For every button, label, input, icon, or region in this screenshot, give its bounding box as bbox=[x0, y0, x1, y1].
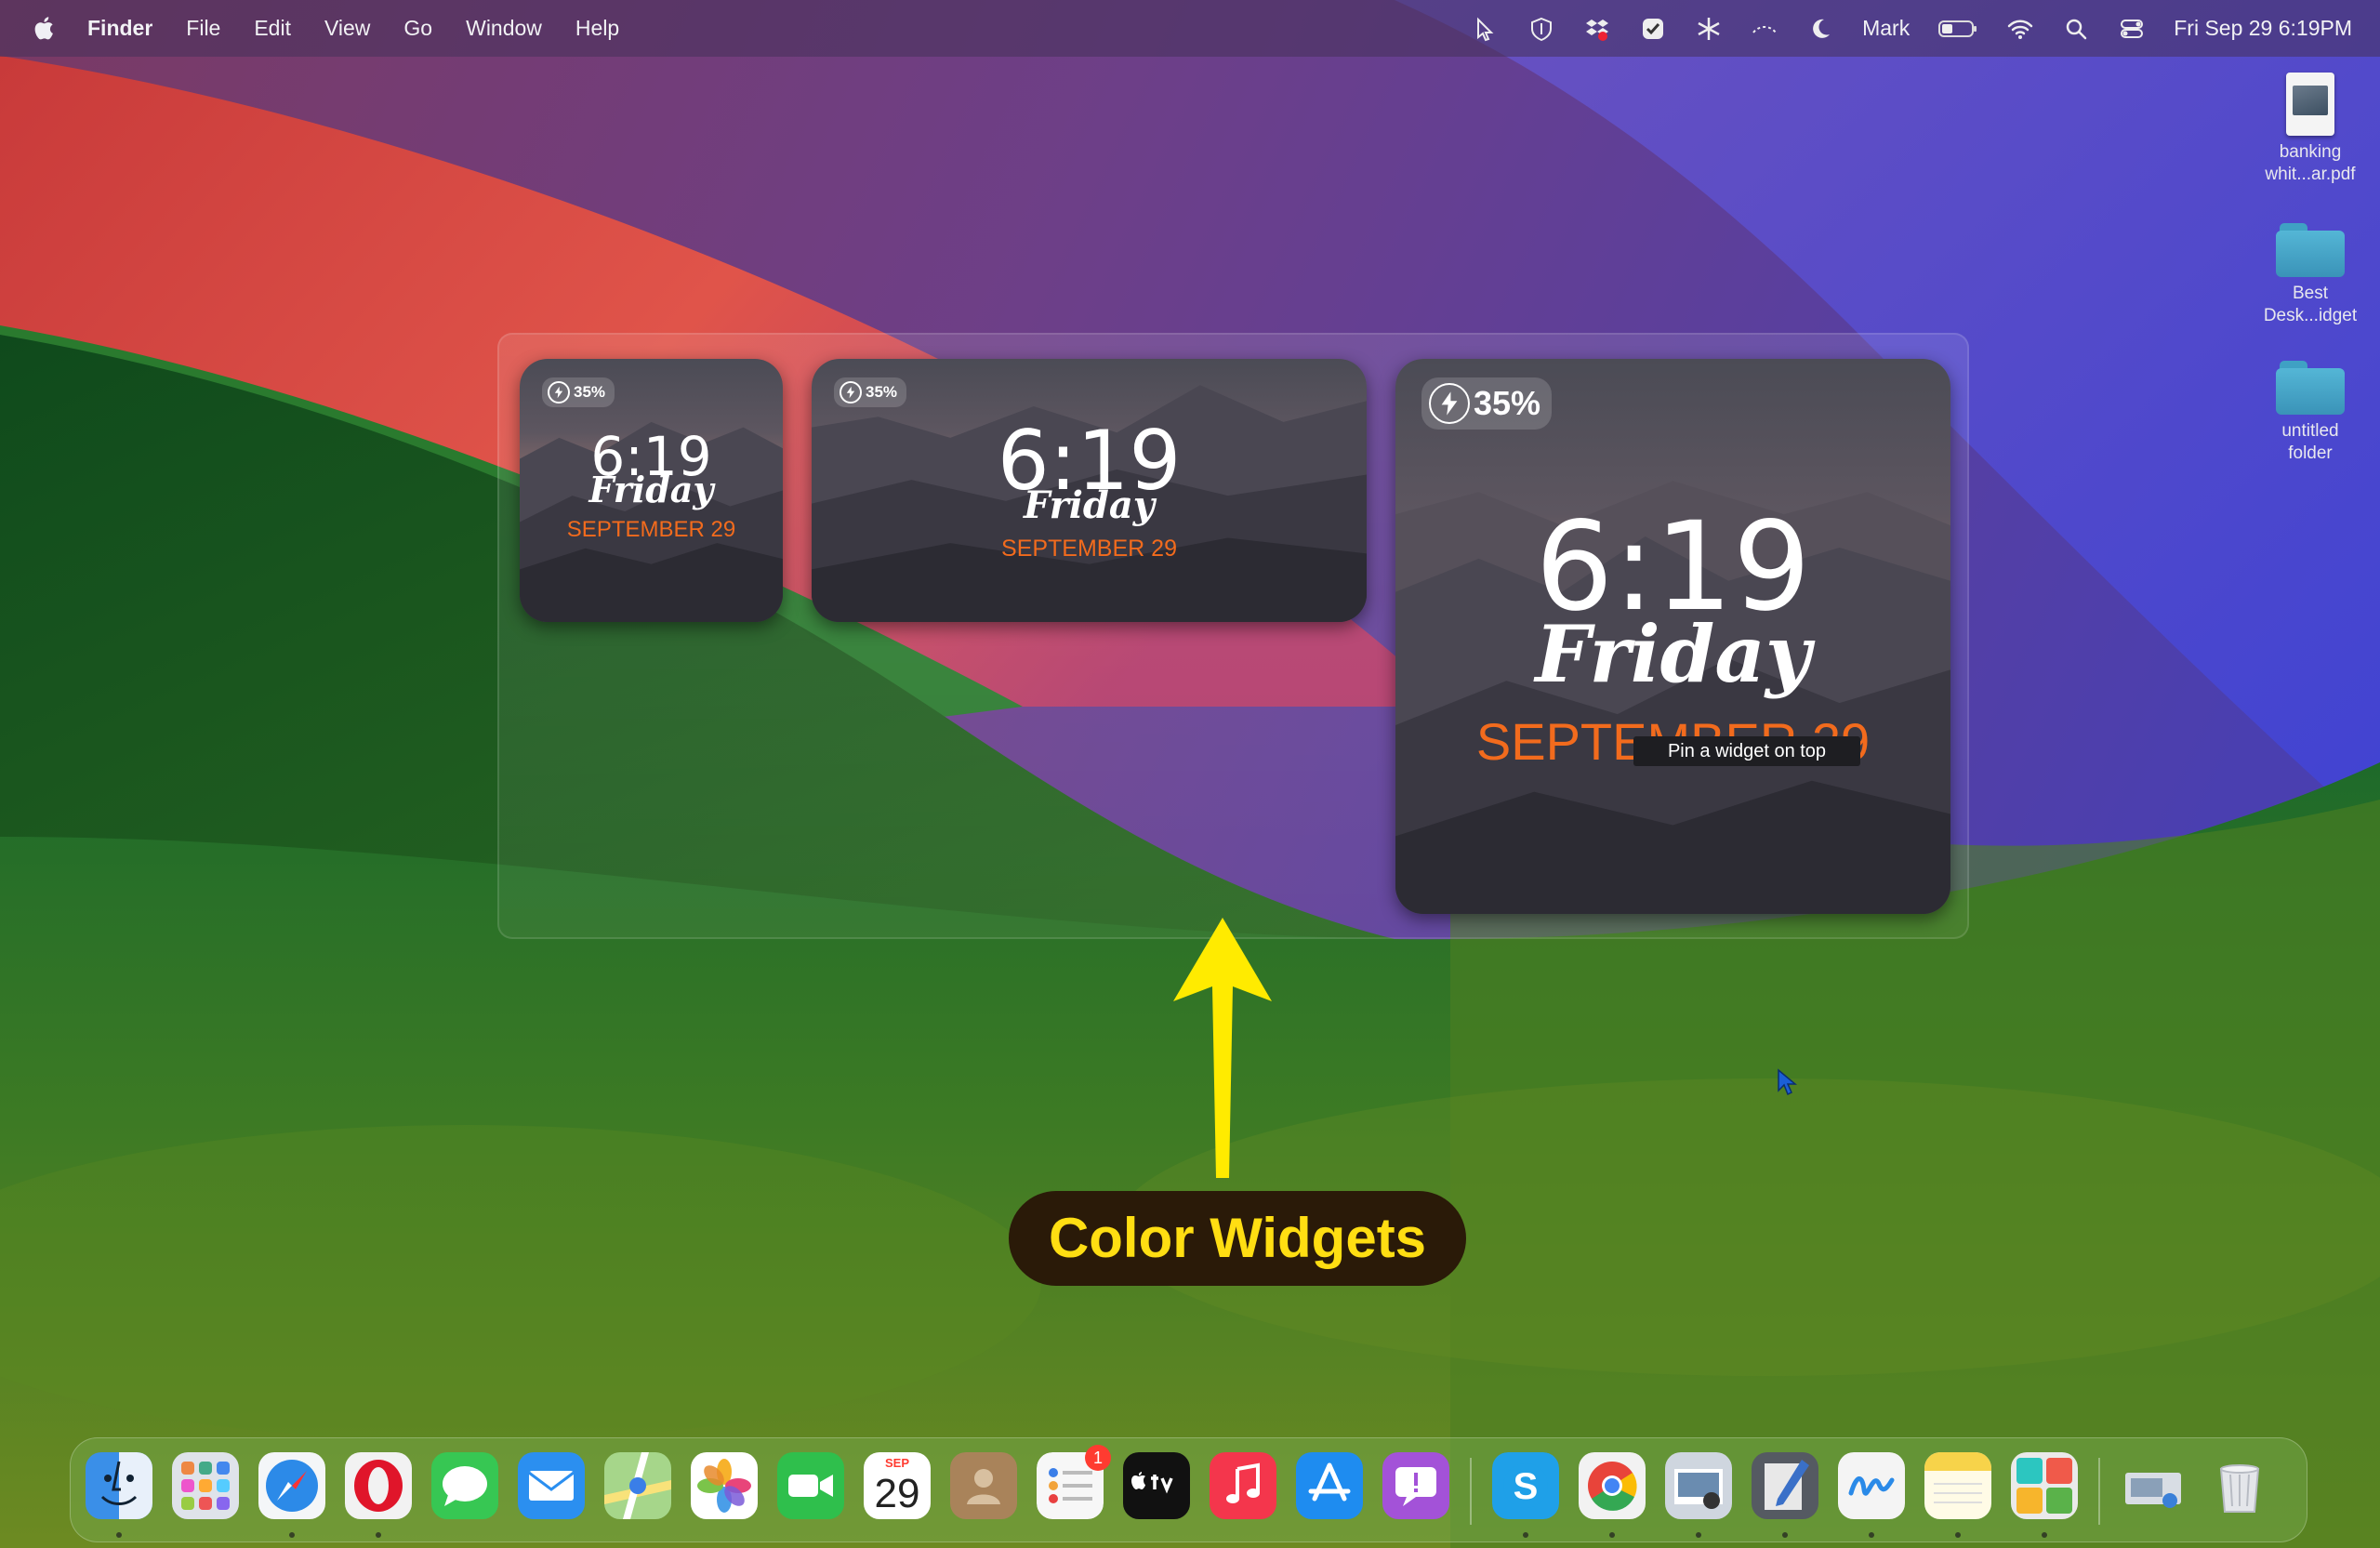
reminders-icon[interactable]: 1 bbox=[1037, 1445, 1111, 1519]
bolt-icon bbox=[548, 381, 570, 404]
safari-icon[interactable] bbox=[258, 1452, 325, 1519]
bolt-icon bbox=[1429, 383, 1470, 424]
calendar-day: 29 bbox=[874, 1471, 920, 1516]
large-clock-widget[interactable]: 35% 6:19 Friday SEPTEMBER 29 bbox=[1395, 359, 1950, 914]
running-indicator bbox=[1696, 1532, 1701, 1538]
small-clock-widget[interactable]: 35% 6:19 Friday SEPTEMBER 29 bbox=[520, 359, 783, 622]
focus-moon-icon[interactable] bbox=[1806, 15, 1834, 43]
running-indicator bbox=[2042, 1532, 2047, 1538]
widget-gallery-panel: 35% 6:19 Friday SEPTEMBER 29 35% 6:19 Fr… bbox=[497, 333, 1969, 939]
skype-icon[interactable]: S bbox=[1492, 1452, 1559, 1519]
control-center-icon[interactable] bbox=[2118, 15, 2146, 43]
desktop-item-label: banking bbox=[2279, 142, 2342, 162]
dropbox-icon[interactable] bbox=[1583, 15, 1611, 43]
desktop-item-label: Desk...idget bbox=[2263, 306, 2358, 325]
launchpad-icon[interactable] bbox=[172, 1452, 239, 1519]
feedback-icon[interactable] bbox=[1382, 1452, 1449, 1519]
battery-status: 35% bbox=[1421, 377, 1553, 430]
mouse-cursor-icon bbox=[1778, 1068, 1797, 1096]
desktop-file-banking-pdf[interactable]: banking whit...ar.pdf bbox=[2250, 73, 2371, 186]
battery-percent: 35% bbox=[866, 383, 898, 401]
annotation-arrow-icon bbox=[1173, 918, 1272, 1178]
color-widgets-icon[interactable] bbox=[2011, 1452, 2078, 1519]
menu-view[interactable]: View bbox=[324, 16, 370, 41]
annotation-label: Color Widgets bbox=[1009, 1191, 1466, 1286]
notification-badge: 1 bbox=[1085, 1445, 1111, 1471]
widget-day: Friday bbox=[588, 469, 714, 510]
freeform-icon[interactable] bbox=[1838, 1452, 1905, 1519]
photos-icon[interactable] bbox=[691, 1452, 758, 1519]
script-editor-icon[interactable] bbox=[1752, 1452, 1818, 1519]
spotlight-search-icon[interactable] bbox=[2062, 15, 2090, 43]
pointer-tool-icon[interactable] bbox=[1472, 15, 1500, 43]
folder-icon bbox=[2276, 361, 2345, 415]
dock-separator bbox=[1470, 1458, 1472, 1525]
menu-help[interactable]: Help bbox=[575, 16, 619, 41]
facetime-icon[interactable] bbox=[777, 1452, 844, 1519]
wifi-icon[interactable] bbox=[2006, 15, 2034, 43]
music-icon[interactable] bbox=[1210, 1452, 1276, 1519]
battery-icon[interactable] bbox=[1937, 15, 1978, 43]
menu-finder[interactable]: Finder bbox=[87, 16, 152, 41]
running-indicator bbox=[1955, 1532, 1961, 1538]
medium-clock-widget[interactable]: 35% 6:19 Friday SEPTEMBER 29 bbox=[812, 359, 1367, 622]
messages-icon[interactable] bbox=[431, 1452, 498, 1519]
dock-separator bbox=[2098, 1458, 2100, 1525]
widget-date: SEPTEMBER 29 bbox=[1001, 536, 1177, 562]
desktop-item-label: Best bbox=[2292, 284, 2329, 303]
bolt-icon bbox=[840, 381, 862, 404]
app-store-icon[interactable] bbox=[1296, 1452, 1363, 1519]
maps-icon[interactable] bbox=[604, 1452, 671, 1519]
calendar-month: SEP bbox=[884, 1456, 909, 1470]
desktop-folder-best-desk-widget[interactable]: Best Desk...idget bbox=[2250, 223, 2371, 327]
running-indicator bbox=[289, 1532, 295, 1538]
user-name[interactable]: Mark bbox=[1862, 16, 1910, 41]
dock: SEP 29 1 S bbox=[70, 1437, 2307, 1542]
desktop-item-label: whit...ar.pdf bbox=[2265, 165, 2356, 184]
apple-tv-icon[interactable] bbox=[1123, 1452, 1190, 1519]
trash-icon[interactable] bbox=[2206, 1452, 2273, 1519]
contacts-icon[interactable] bbox=[950, 1452, 1017, 1519]
battery-percent: 35% bbox=[1474, 384, 1541, 422]
snowflake-icon[interactable] bbox=[1695, 15, 1723, 43]
menu-clock[interactable]: Fri Sep 29 6:19PM bbox=[2174, 16, 2352, 41]
running-indicator bbox=[1782, 1532, 1788, 1538]
widget-day: Friday bbox=[1023, 483, 1156, 527]
running-indicator bbox=[1869, 1532, 1874, 1538]
image-capture-icon[interactable] bbox=[2120, 1452, 2187, 1519]
svg-text:S: S bbox=[1514, 1466, 1539, 1507]
stage-manager-icon[interactable] bbox=[1751, 15, 1778, 43]
pin-widget-tooltip: Pin a widget on top bbox=[1633, 736, 1860, 766]
battery-status: 35% bbox=[542, 377, 615, 407]
menu-go[interactable]: Go bbox=[403, 16, 432, 41]
apple-menu-icon[interactable] bbox=[32, 13, 58, 43]
running-indicator bbox=[1609, 1532, 1615, 1538]
menu-file[interactable]: File bbox=[186, 16, 220, 41]
mail-icon[interactable] bbox=[518, 1452, 585, 1519]
task-check-icon[interactable] bbox=[1639, 15, 1667, 43]
calendar-icon[interactable]: SEP 29 bbox=[864, 1452, 931, 1519]
battery-percent: 35% bbox=[574, 383, 606, 401]
menu-bar: Finder File Edit View Go Window Help Mar… bbox=[0, 0, 2380, 57]
desktop-item-label: folder bbox=[2288, 443, 2333, 463]
preview-icon[interactable] bbox=[1665, 1452, 1732, 1519]
notes-icon[interactable] bbox=[1924, 1452, 1991, 1519]
running-indicator bbox=[1523, 1532, 1528, 1538]
widget-date: SEPTEMBER 29 bbox=[566, 517, 736, 542]
shield-extension-icon[interactable] bbox=[1527, 15, 1555, 43]
chrome-icon[interactable] bbox=[1579, 1452, 1646, 1519]
menu-edit[interactable]: Edit bbox=[254, 16, 291, 41]
menu-window[interactable]: Window bbox=[466, 16, 542, 41]
desktop-folder-untitled[interactable]: untitled folder bbox=[2250, 361, 2371, 465]
running-indicator bbox=[376, 1532, 381, 1538]
battery-status: 35% bbox=[834, 377, 907, 407]
opera-icon[interactable] bbox=[345, 1452, 412, 1519]
widget-day: Friday bbox=[1535, 608, 1811, 700]
finder-icon[interactable] bbox=[86, 1452, 152, 1519]
running-indicator bbox=[116, 1532, 122, 1538]
folder-icon bbox=[2276, 223, 2345, 277]
desktop-item-label: untitled bbox=[2281, 421, 2339, 441]
pdf-document-icon bbox=[2286, 73, 2334, 136]
